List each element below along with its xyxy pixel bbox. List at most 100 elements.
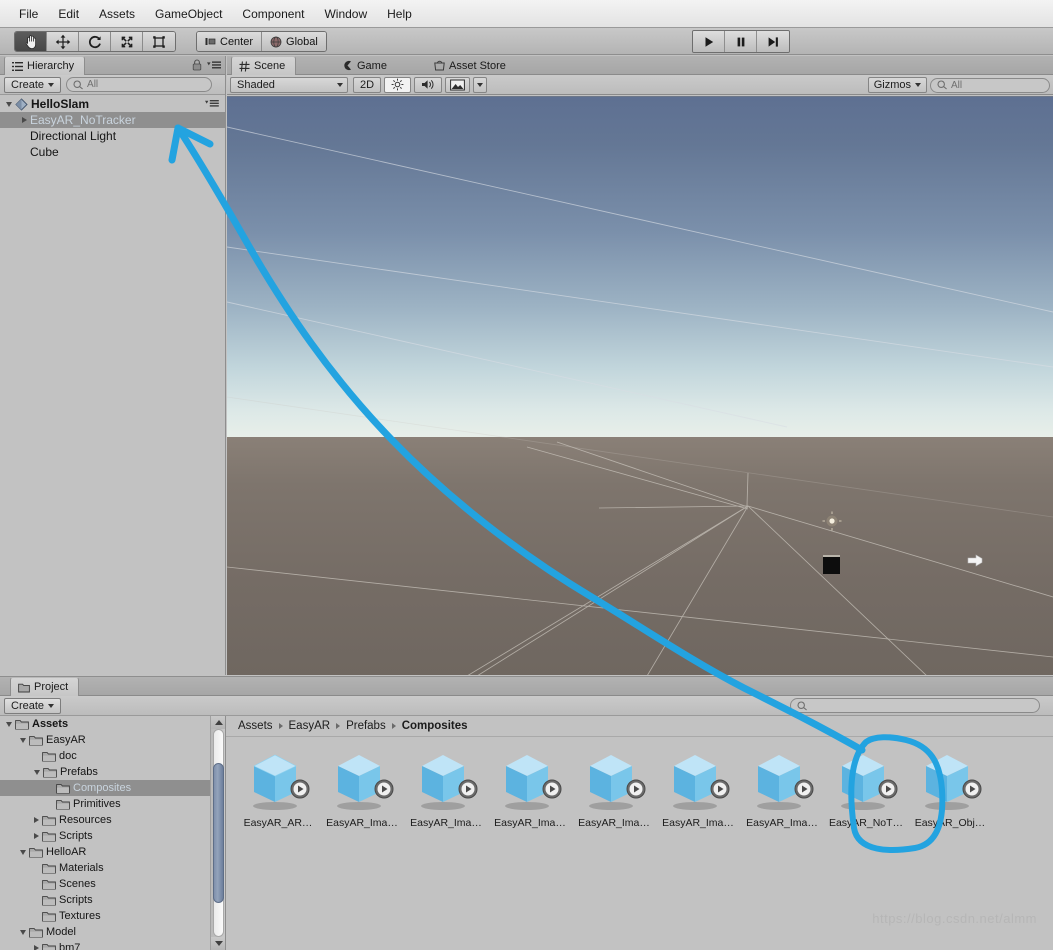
asset-label: EasyAR_AR… xyxy=(244,817,313,829)
scene-search-input[interactable]: All xyxy=(930,78,1050,93)
breadcrumb-item-easyar[interactable]: EasyAR xyxy=(289,720,331,732)
scene-viewport[interactable] xyxy=(227,96,1053,675)
project-row-model[interactable]: Model xyxy=(0,924,225,940)
asset-item[interactable]: EasyAR_Ima… xyxy=(572,750,656,829)
asset-item[interactable]: EasyAR_Ima… xyxy=(488,750,572,829)
chevron-down-icon[interactable] xyxy=(20,738,26,743)
chevron-down-icon[interactable] xyxy=(34,770,40,775)
project-search-input[interactable] xyxy=(790,698,1040,713)
panel-menu-icon[interactable] xyxy=(207,60,221,70)
scene-effects-dropdown[interactable] xyxy=(473,77,487,93)
mode-2d-button[interactable]: 2D xyxy=(353,77,381,93)
folder-icon xyxy=(56,799,70,810)
asset-item[interactable]: EasyAR_Ima… xyxy=(320,750,404,829)
project-row-helloar[interactable]: HelloAR xyxy=(0,844,225,860)
space-mode-button[interactable]: Global xyxy=(262,32,326,51)
tab-hierarchy[interactable]: Hierarchy xyxy=(4,56,85,75)
project-row-assets[interactable]: Assets xyxy=(0,716,225,732)
space-mode-label: Global xyxy=(286,36,318,48)
project-label: doc xyxy=(59,750,77,762)
asset-item-notracker[interactable]: EasyAR_NoT… xyxy=(824,750,908,829)
menu-item-window[interactable]: Window xyxy=(315,4,376,24)
menu-item-help[interactable]: Help xyxy=(378,4,421,24)
project-row-scripts-easyar[interactable]: Scripts xyxy=(0,828,225,844)
menu-item-file[interactable]: File xyxy=(10,4,47,24)
rotate-tool-button[interactable] xyxy=(79,32,111,51)
project-row-prefabs[interactable]: Prefabs xyxy=(0,764,225,780)
project-row-scenes[interactable]: Scenes xyxy=(0,876,225,892)
chevron-down-icon xyxy=(48,704,54,708)
asset-item[interactable]: EasyAR_Obj… xyxy=(908,750,992,829)
tab-game[interactable]: Game xyxy=(335,56,397,75)
prefab-cube-icon xyxy=(496,750,564,812)
project-row-resources[interactable]: Resources xyxy=(0,812,225,828)
project-row-textures[interactable]: Textures xyxy=(0,908,225,924)
menu-item-assets[interactable]: Assets xyxy=(90,4,144,24)
scene-menu-icon[interactable] xyxy=(205,99,219,108)
asset-item[interactable]: EasyAR_Ima… xyxy=(404,750,488,829)
chevron-right-icon[interactable] xyxy=(22,117,27,123)
gizmos-dropdown[interactable]: Gizmos xyxy=(868,77,927,93)
chevron-down-icon[interactable] xyxy=(20,850,26,855)
asset-item[interactable]: EasyAR_AR… xyxy=(236,750,320,829)
breadcrumb-item-composites[interactable]: Composites xyxy=(402,720,468,732)
menu-item-edit[interactable]: Edit xyxy=(49,4,88,24)
prefab-cube-icon xyxy=(328,750,396,812)
project-row-scripts-helloar[interactable]: Scripts xyxy=(0,892,225,908)
hierarchy-create-label: Create xyxy=(11,79,44,91)
project-label: Scenes xyxy=(59,878,96,890)
project-create-button[interactable]: Create xyxy=(4,698,61,714)
chevron-down-icon[interactable] xyxy=(6,722,12,727)
scene-lighting-button[interactable] xyxy=(384,77,411,93)
lock-icon[interactable] xyxy=(192,59,202,71)
hand-tool-button[interactable] xyxy=(15,32,47,51)
project-label: Resources xyxy=(59,814,112,826)
project-row-primitives[interactable]: Primitives xyxy=(0,796,225,812)
tab-game-label: Game xyxy=(357,60,387,72)
tab-scene[interactable]: Scene xyxy=(231,56,296,75)
folder-icon xyxy=(42,831,56,842)
play-button[interactable] xyxy=(693,31,725,52)
scene-effects-button[interactable] xyxy=(445,77,470,93)
cube-object[interactable] xyxy=(823,555,840,574)
hierarchy-search-input[interactable]: All xyxy=(66,77,212,92)
menu-item-gameobject[interactable]: GameObject xyxy=(146,4,231,24)
asset-item[interactable]: EasyAR_Ima… xyxy=(740,750,824,829)
breadcrumb-item-assets[interactable]: Assets xyxy=(238,720,273,732)
scrollbar-thumb[interactable] xyxy=(213,763,224,903)
pause-button[interactable] xyxy=(725,31,757,52)
hierarchy-row-directional-light[interactable]: Directional Light xyxy=(0,128,225,144)
hierarchy-tree: HelloSlam EasyAR_NoTracker Directional L… xyxy=(0,95,225,160)
draw-mode-dropdown[interactable]: Shaded xyxy=(230,77,348,93)
scene-audio-button[interactable] xyxy=(414,77,442,93)
asset-item[interactable]: EasyAR_Ima… xyxy=(656,750,740,829)
project-tree-scrollbar[interactable] xyxy=(210,716,225,950)
scroll-down-button[interactable] xyxy=(211,937,226,950)
scene-icon xyxy=(15,98,28,111)
chevron-down-icon[interactable] xyxy=(6,102,12,107)
move-tool-button[interactable] xyxy=(47,32,79,51)
menu-item-component[interactable]: Component xyxy=(233,4,313,24)
chevron-down-icon[interactable] xyxy=(20,930,26,935)
scale-tool-button[interactable] xyxy=(111,32,143,51)
project-row-composites[interactable]: Composites xyxy=(0,780,225,796)
pivot-mode-button[interactable]: Center xyxy=(197,32,262,51)
project-label: Assets xyxy=(32,718,68,730)
tab-asset-store[interactable]: Asset Store xyxy=(427,56,516,75)
chevron-right-icon[interactable] xyxy=(34,945,39,950)
hierarchy-row-helloslam[interactable]: HelloSlam xyxy=(0,96,225,112)
tab-project[interactable]: Project xyxy=(10,677,79,696)
hierarchy-create-button[interactable]: Create xyxy=(4,77,61,93)
breadcrumb-item-prefabs[interactable]: Prefabs xyxy=(346,720,386,732)
chevron-down-icon xyxy=(915,83,921,87)
scroll-up-button[interactable] xyxy=(211,716,226,729)
project-row-easyar[interactable]: EasyAR xyxy=(0,732,225,748)
chevron-right-icon[interactable] xyxy=(34,817,39,823)
chevron-right-icon[interactable] xyxy=(34,833,39,839)
project-row-materials[interactable]: Materials xyxy=(0,860,225,876)
step-button[interactable] xyxy=(757,31,789,52)
rect-tool-button[interactable] xyxy=(143,32,175,51)
project-row-doc[interactable]: doc xyxy=(0,748,225,764)
hierarchy-row-easyar-notracker[interactable]: EasyAR_NoTracker xyxy=(0,112,225,128)
hierarchy-row-cube[interactable]: Cube xyxy=(0,144,225,160)
